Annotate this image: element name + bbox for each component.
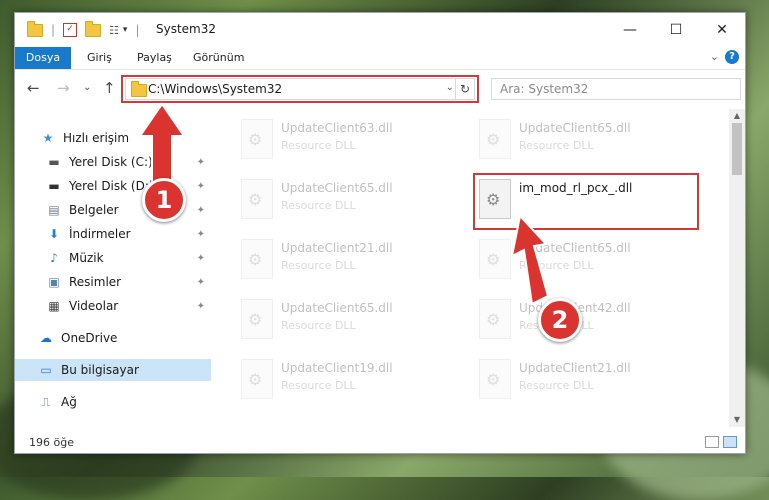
arrow-1 [138, 102, 186, 187]
annotation-arrows [138, 102, 550, 306]
step-1-badge: 1 [142, 178, 186, 222]
arrow-2 [510, 213, 550, 306]
step-2-badge: 2 [538, 298, 582, 342]
